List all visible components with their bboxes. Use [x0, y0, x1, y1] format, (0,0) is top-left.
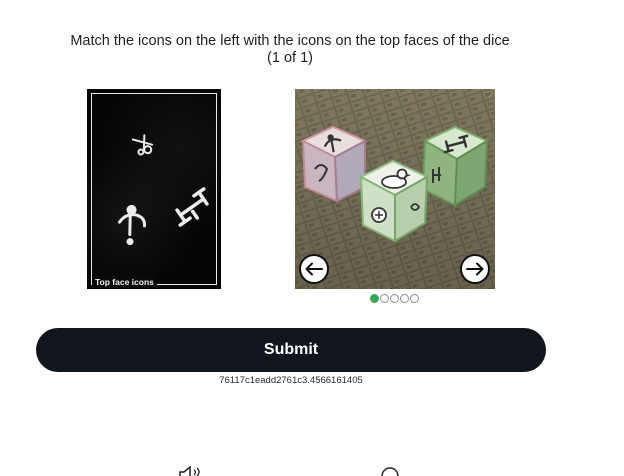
instructions-text: Match the icons on the left with the ico… — [70, 33, 510, 49]
die-left — [300, 125, 368, 203]
pagination-dot-1[interactable] — [370, 294, 379, 303]
arrow-right-icon — [466, 262, 484, 276]
next-button[interactable] — [460, 254, 490, 284]
pagination-dot-5[interactable] — [410, 294, 419, 303]
pagination-dot-4[interactable] — [400, 294, 409, 303]
arrow-left-icon — [305, 262, 323, 276]
progress-text: (1 of 1) — [267, 50, 313, 66]
pagination-dot-3[interactable] — [390, 294, 399, 303]
image-pagination — [370, 294, 419, 304]
top-face-icons-caption: Top face icons — [92, 276, 157, 288]
top-face-icons-panel: Top face icons — [87, 89, 221, 289]
session-id: 76117c1eadd2761c3.4566161405 — [219, 375, 363, 386]
panel-frame — [91, 93, 217, 285]
captcha-page: Match the icons on the left with the ico… — [0, 0, 624, 476]
previous-button[interactable] — [299, 254, 329, 284]
info-icon[interactable] — [380, 466, 400, 476]
pagination-dot-2[interactable] — [380, 294, 389, 303]
submit-button[interactable]: Submit — [36, 328, 546, 372]
instructions: Match the icons on the left with the ico… — [20, 33, 560, 67]
speaker-icon[interactable] — [178, 466, 204, 476]
dice-image-panel — [295, 89, 495, 289]
